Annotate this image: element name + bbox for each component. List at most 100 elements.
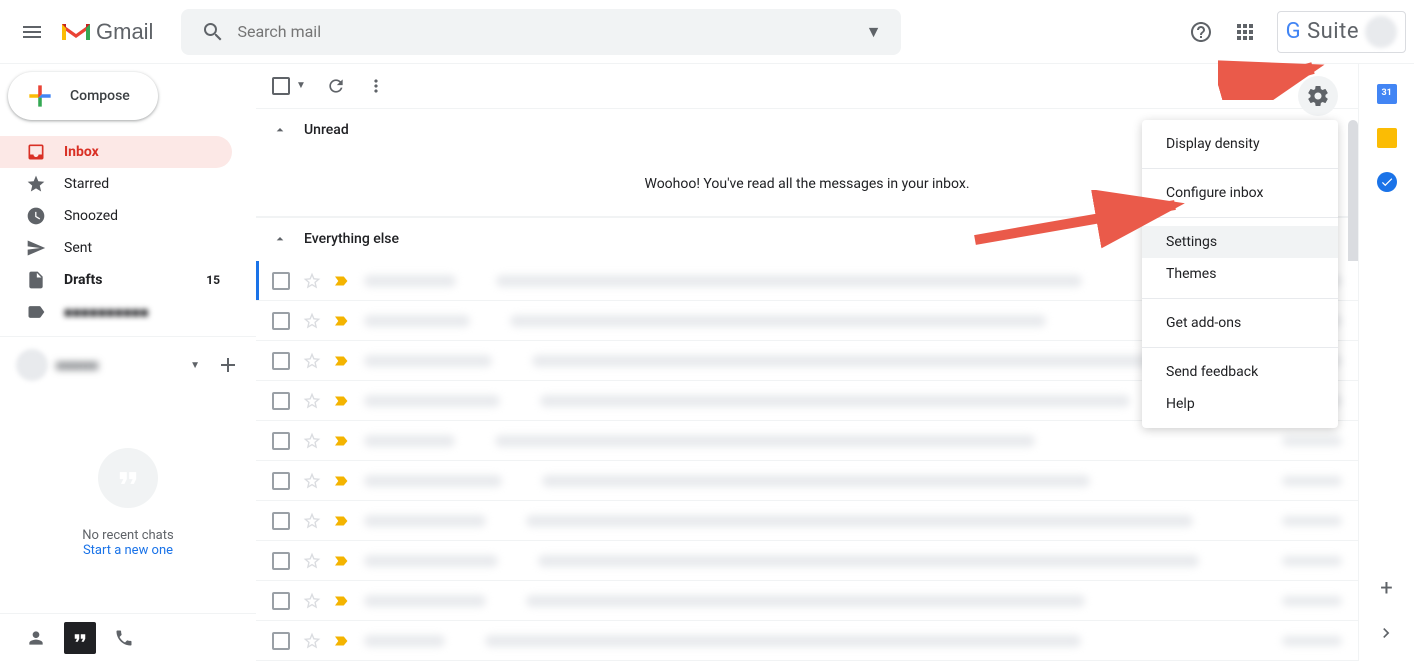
hangouts-icon[interactable]	[64, 622, 96, 654]
sidebar-item-starred[interactable]: Starred	[0, 168, 232, 200]
mail-checkbox[interactable]	[272, 592, 290, 610]
mail-date	[1282, 436, 1342, 446]
more-icon[interactable]	[366, 76, 386, 96]
important-icon[interactable]	[332, 552, 350, 570]
mail-date	[1282, 476, 1342, 486]
menu-configure-inbox[interactable]: Configure inbox	[1142, 177, 1338, 209]
file-icon	[26, 270, 46, 290]
header: Gmail ▼ G G SuiteSuite	[0, 0, 1414, 64]
sidebar-item-snoozed[interactable]: Snoozed	[0, 200, 232, 232]
important-icon[interactable]	[332, 312, 350, 330]
mail-row[interactable]	[256, 541, 1358, 581]
search-options-dropdown[interactable]: ▼	[854, 22, 894, 42]
compose-label: Compose	[70, 88, 130, 104]
star-icon[interactable]	[302, 511, 322, 531]
select-dropdown[interactable]: ▼	[296, 80, 306, 91]
hangouts-empty: No recent chats Start a new one	[0, 393, 256, 613]
mail-checkbox[interactable]	[272, 632, 290, 650]
refresh-icon[interactable]	[326, 76, 346, 96]
calendar-icon[interactable]: 31	[1377, 84, 1397, 104]
menu-help[interactable]: Help	[1142, 388, 1338, 420]
new-chat-icon[interactable]	[216, 353, 240, 377]
mail-checkbox[interactable]	[272, 312, 290, 330]
mail-subject	[526, 595, 1085, 607]
important-icon[interactable]	[332, 592, 350, 610]
collapse-rail-icon[interactable]	[1376, 623, 1396, 643]
menu-send-feedback[interactable]: Send feedback	[1142, 356, 1338, 388]
important-icon[interactable]	[332, 392, 350, 410]
star-icon[interactable]	[302, 551, 322, 571]
important-icon[interactable]	[332, 352, 350, 370]
chevron-down-icon[interactable]: ▼	[190, 360, 200, 371]
important-icon[interactable]	[332, 472, 350, 490]
important-icon[interactable]	[332, 632, 350, 650]
add-addon-icon[interactable]: +	[1380, 576, 1392, 601]
hangouts-start-link[interactable]: Start a new one	[83, 543, 173, 558]
star-icon[interactable]	[302, 631, 322, 651]
hangouts-user-row[interactable]: ■■■■■ ▼	[0, 345, 256, 385]
mail-subject	[542, 475, 1090, 487]
mail-row[interactable]	[256, 501, 1358, 541]
sidebar-item-label[interactable]: ■■■■■■■■■■	[0, 296, 232, 328]
menu-themes[interactable]: Themes	[1142, 258, 1338, 290]
star-icon[interactable]	[302, 351, 322, 371]
search-icon[interactable]	[189, 20, 237, 44]
search-input[interactable]	[237, 22, 853, 41]
menu-get-addons[interactable]: Get add-ons	[1142, 307, 1338, 339]
logo[interactable]: Gmail	[60, 19, 153, 45]
star-icon[interactable]	[302, 311, 322, 331]
important-icon[interactable]	[332, 512, 350, 530]
support-icon[interactable]	[1181, 12, 1221, 52]
apps-icon[interactable]	[1225, 12, 1265, 52]
mail-row[interactable]	[256, 621, 1358, 661]
gsuite-text: G G SuiteSuite	[1286, 19, 1359, 44]
mail-checkbox[interactable]	[272, 472, 290, 490]
tasks-icon[interactable]	[1377, 172, 1397, 192]
mail-sender	[364, 435, 455, 447]
important-icon[interactable]	[332, 272, 350, 290]
mail-subject	[540, 395, 1130, 407]
mail-checkbox[interactable]	[272, 272, 290, 290]
star-icon[interactable]	[302, 271, 322, 291]
plus-icon	[24, 80, 56, 112]
settings-menu: Display density Configure inbox Settings…	[1142, 120, 1338, 428]
sidebar-item-inbox[interactable]: Inbox	[0, 136, 232, 168]
mail-checkbox[interactable]	[272, 512, 290, 530]
star-icon[interactable]	[302, 391, 322, 411]
contacts-icon[interactable]	[16, 618, 56, 658]
gsuite-badge[interactable]: G G SuiteSuite	[1277, 11, 1406, 53]
menu-settings[interactable]: Settings	[1142, 226, 1338, 258]
account-avatar[interactable]	[1365, 16, 1397, 48]
important-icon[interactable]	[332, 432, 350, 450]
mail-checkbox[interactable]	[272, 352, 290, 370]
mail-date	[1282, 556, 1342, 566]
mail-sender	[364, 275, 456, 287]
sidebar-item-drafts[interactable]: Drafts 15	[0, 264, 232, 296]
mail-subject	[485, 635, 1080, 647]
label-icon	[26, 302, 46, 322]
sidebar-item-sent[interactable]: Sent	[0, 232, 232, 264]
mail-sender	[364, 515, 486, 527]
mail-row[interactable]	[256, 461, 1358, 501]
mail-checkbox[interactable]	[272, 392, 290, 410]
mail-sender	[364, 315, 470, 327]
menu-display-density[interactable]: Display density	[1142, 128, 1338, 160]
hangouts-section: ■■■■■ ▼	[0, 336, 256, 393]
mail-row[interactable]	[256, 581, 1358, 621]
search-bar[interactable]: ▼	[181, 9, 901, 55]
hangouts-empty-text: No recent chats	[82, 528, 173, 543]
mail-checkbox[interactable]	[272, 432, 290, 450]
star-icon[interactable]	[302, 591, 322, 611]
phone-icon[interactable]	[104, 618, 144, 658]
star-icon[interactable]	[302, 431, 322, 451]
select-all-checkbox[interactable]	[272, 77, 290, 95]
mail-sender	[364, 475, 502, 487]
mail-checkbox[interactable]	[272, 552, 290, 570]
main-menu-button[interactable]	[8, 8, 56, 56]
star-icon[interactable]	[302, 471, 322, 491]
compose-button[interactable]: Compose	[8, 72, 158, 120]
settings-gear-button[interactable]	[1298, 76, 1338, 116]
mail-sender	[364, 395, 500, 407]
keep-icon[interactable]	[1377, 128, 1397, 148]
logo-text: Gmail	[96, 19, 153, 45]
